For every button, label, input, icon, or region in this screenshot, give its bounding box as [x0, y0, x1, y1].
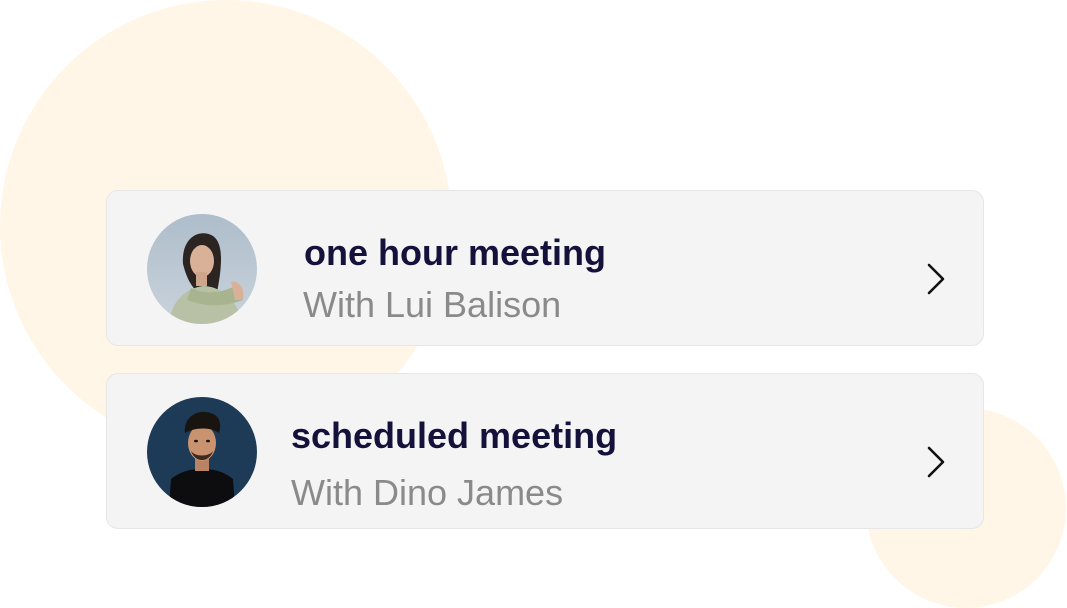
meeting-title: one hour meeting: [304, 232, 607, 273]
avatar-dino-james: [147, 397, 257, 507]
chevron-right-icon[interactable]: [925, 261, 947, 297]
meeting-card-one-hour[interactable]: one hour meeting With Lui Balison: [106, 190, 984, 346]
meeting-card-scheduled[interactable]: scheduled meeting With Dino James: [106, 373, 984, 529]
chevron-right-icon[interactable]: [925, 444, 947, 480]
meeting-participant: With Lui Balison: [303, 284, 562, 325]
meeting-participant: With Dino James: [291, 472, 564, 513]
avatar-lui-balison: [147, 214, 257, 324]
meeting-title: scheduled meeting: [291, 415, 618, 456]
